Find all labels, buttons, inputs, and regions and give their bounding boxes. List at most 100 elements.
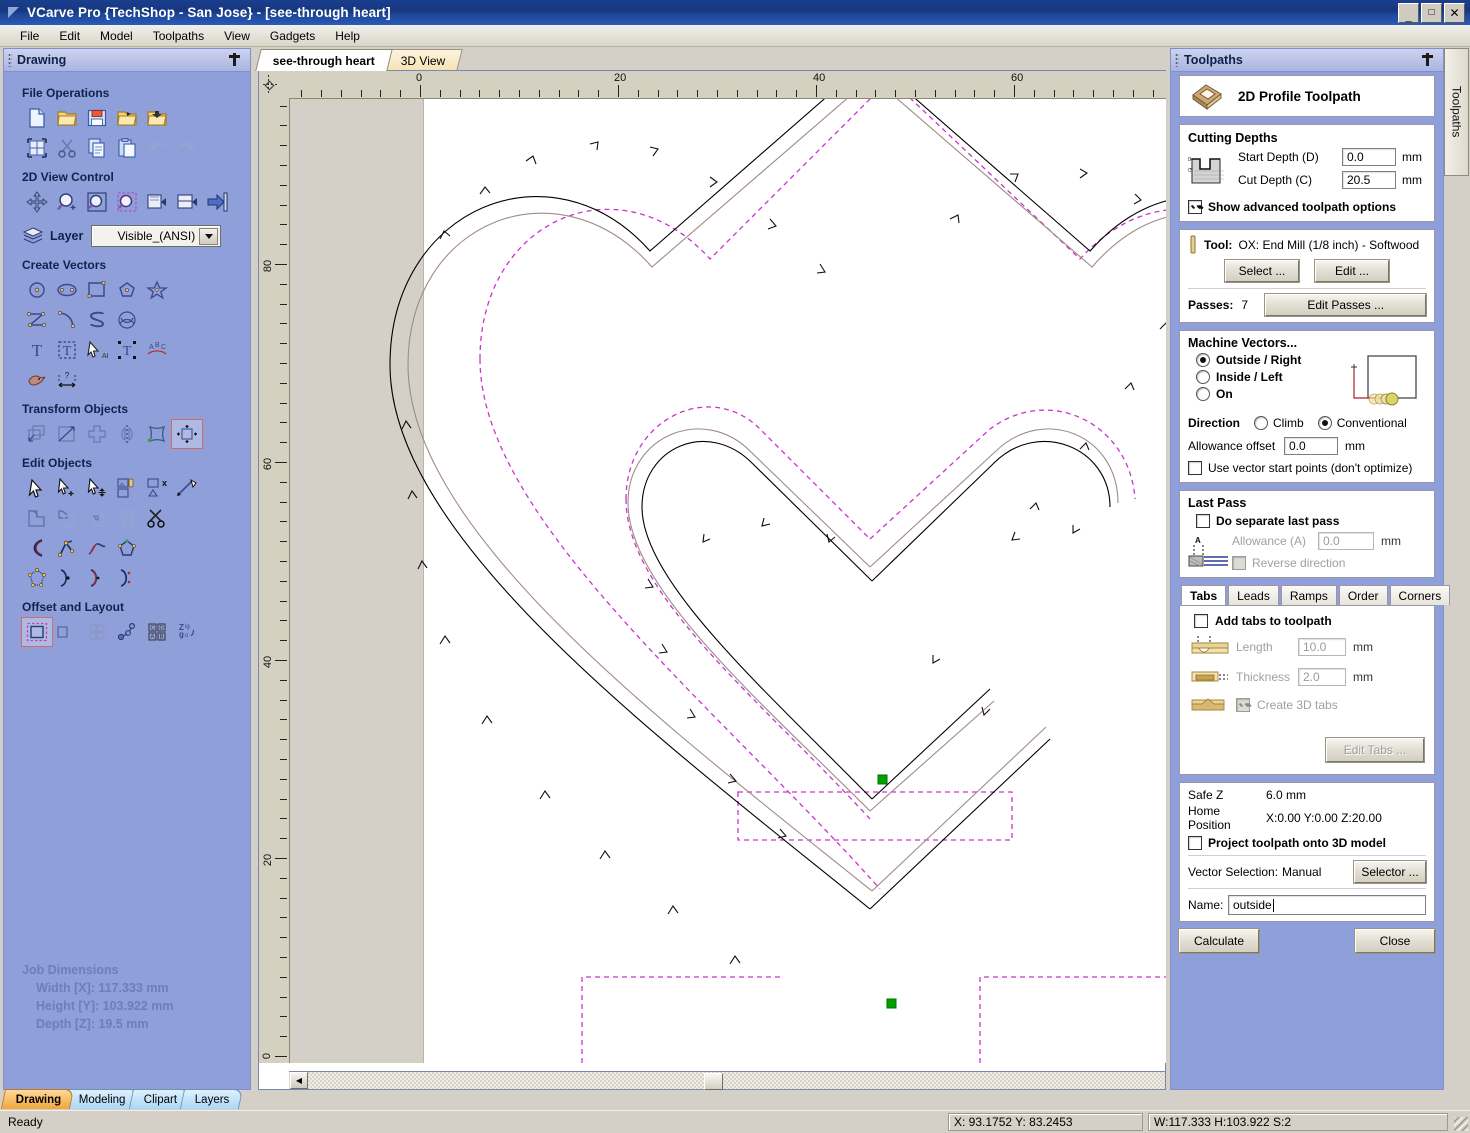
radio-climb[interactable] — [1254, 416, 1269, 430]
menu-view[interactable]: View — [214, 27, 260, 45]
subtract-icon[interactable] — [52, 504, 82, 532]
crop-icon[interactable] — [112, 504, 142, 532]
distort-icon[interactable] — [142, 420, 172, 448]
chevron-down-icon[interactable] — [199, 228, 219, 245]
open-folder-icon[interactable] — [52, 104, 82, 132]
tab-drawing[interactable]: Drawing — [0, 1089, 75, 1109]
arc-icon[interactable] — [52, 306, 82, 334]
scroll-thumb[interactable] — [704, 1073, 723, 1090]
star-icon[interactable] — [142, 276, 172, 304]
scroll-left-button[interactable]: ◀ — [290, 1072, 308, 1089]
fit-curve-icon[interactable] — [82, 534, 112, 562]
toolpaths-vertical-tab[interactable]: Toolpaths — [1444, 48, 1469, 176]
close-button[interactable]: ✕ — [1444, 3, 1465, 23]
redo-icon[interactable] — [172, 134, 202, 162]
new-file-icon[interactable] — [22, 104, 52, 132]
join-open-icon[interactable] — [22, 534, 52, 562]
option-tab-corners[interactable]: Corners — [1389, 585, 1451, 605]
radio-on[interactable] — [1196, 387, 1210, 401]
horizontal-scrollbar[interactable]: ◀ — [289, 1071, 1165, 1090]
drag-grip-icon[interactable] — [8, 53, 12, 67]
save-icon[interactable] — [82, 104, 112, 132]
ungroup-icon[interactable]: x — [142, 474, 172, 502]
polygon-icon[interactable] — [112, 276, 142, 304]
offset-icon[interactable] — [21, 617, 53, 647]
paste-icon[interactable] — [112, 134, 142, 162]
do-separate-last-pass-checkbox[interactable] — [1196, 514, 1210, 528]
maximize-button[interactable]: □ — [1421, 3, 1442, 23]
edit-passes-button[interactable]: Edit Passes ... — [1265, 294, 1426, 316]
layer-select[interactable]: Visible_(ANSI) — [91, 225, 222, 247]
undo-icon[interactable] — [142, 134, 172, 162]
toolpath-name-input[interactable]: outside — [1228, 895, 1426, 915]
start-depth-input[interactable]: 0.0 — [1342, 148, 1396, 166]
project-toolpath-checkbox[interactable] — [1188, 836, 1202, 850]
reverse-direction-checkbox[interactable] — [1232, 556, 1246, 570]
open-recent-icon[interactable] — [112, 104, 142, 132]
plate-layout-icon[interactable]: CDAB — [142, 618, 172, 646]
select-tool-button[interactable]: Select ... — [1225, 260, 1299, 282]
curve-fit-icon[interactable] — [52, 564, 82, 592]
resize-grip-icon[interactable] — [1454, 1117, 1468, 1131]
weld-icon[interactable] — [22, 504, 52, 532]
menu-edit[interactable]: Edit — [49, 27, 90, 45]
block-copy-icon[interactable] — [112, 618, 142, 646]
ellipse-icon[interactable] — [52, 276, 82, 304]
last-pass-allowance-input[interactable]: 0.0 — [1318, 532, 1374, 550]
menu-file[interactable]: File — [10, 27, 49, 45]
circle-icon[interactable] — [22, 276, 52, 304]
option-tab-tabs[interactable]: Tabs — [1181, 585, 1227, 605]
trim-icon[interactable] — [142, 504, 172, 532]
menu-toolpaths[interactable]: Toolpaths — [143, 27, 214, 45]
intersect-icon[interactable] — [82, 504, 112, 532]
edit-tabs-button[interactable]: Edit Tabs ... — [1326, 738, 1424, 762]
polyline-icon[interactable] — [22, 306, 52, 334]
edit-tool-button[interactable]: Edit ... — [1315, 260, 1389, 282]
allowance-offset-input[interactable]: 0.0 — [1284, 437, 1338, 455]
rectangle-icon[interactable] — [82, 276, 112, 304]
toggle-panel-icon[interactable] — [202, 188, 232, 216]
smooth-icon[interactable] — [82, 564, 112, 592]
scroll-track[interactable] — [308, 1072, 1165, 1089]
spiral-icon[interactable] — [112, 306, 142, 334]
tab-thickness-input[interactable]: 2.0 — [1298, 668, 1346, 686]
radio-outside-right[interactable] — [1196, 353, 1210, 367]
option-tab-leads[interactable]: Leads — [1228, 585, 1279, 605]
close-button-toolpath[interactable]: Close — [1355, 929, 1435, 953]
add-tabs-checkbox[interactable] — [1194, 614, 1208, 628]
align-icon[interactable] — [171, 419, 203, 449]
text-on-curve-icon[interactable]: ABC — [142, 336, 172, 364]
point-edit-icon[interactable] — [52, 474, 82, 502]
text-transform-icon[interactable]: T — [112, 336, 142, 364]
menu-model[interactable]: Model — [90, 27, 143, 45]
copy-icon[interactable] — [82, 134, 112, 162]
rotate-icon[interactable] — [82, 420, 112, 448]
pin-icon-right[interactable] — [1422, 53, 1434, 66]
dimension-icon[interactable]: ? — [52, 366, 82, 394]
document-tab-3d-view[interactable]: 3D View — [383, 49, 464, 71]
close-vectors-icon[interactable] — [52, 534, 82, 562]
array-copy-icon[interactable] — [52, 618, 82, 646]
menu-gadgets[interactable]: Gadgets — [260, 27, 325, 45]
pin-icon[interactable] — [229, 53, 241, 66]
measure-icon[interactable] — [172, 474, 202, 502]
nest-icon[interactable] — [82, 618, 112, 646]
selector-button[interactable]: Selector ... — [1354, 861, 1426, 883]
select-all-icon[interactable] — [22, 134, 52, 162]
node-array-icon[interactable] — [22, 564, 52, 592]
menu-help[interactable]: Help — [325, 27, 370, 45]
use-start-points-checkbox[interactable] — [1188, 461, 1202, 475]
text-wrap-icon[interactable]: Zig g o — [172, 618, 202, 646]
calculate-button[interactable]: Calculate — [1179, 929, 1259, 953]
drag-grip-icon-right[interactable] — [1175, 53, 1179, 67]
drawing-canvas[interactable] — [290, 99, 1166, 1063]
text-select-icon[interactable]: AB — [82, 336, 112, 364]
offset-nodes-icon[interactable] — [112, 534, 142, 562]
text-box-icon[interactable]: T — [52, 336, 82, 364]
radio-inside-left[interactable] — [1196, 370, 1210, 384]
option-tab-ramps[interactable]: Ramps — [1280, 585, 1337, 605]
move-nodes-icon[interactable] — [82, 474, 112, 502]
create-3d-tabs-checkbox[interactable] — [1236, 698, 1250, 712]
tab-length-input[interactable]: 10.0 — [1298, 638, 1346, 656]
move-icon[interactable] — [22, 420, 52, 448]
